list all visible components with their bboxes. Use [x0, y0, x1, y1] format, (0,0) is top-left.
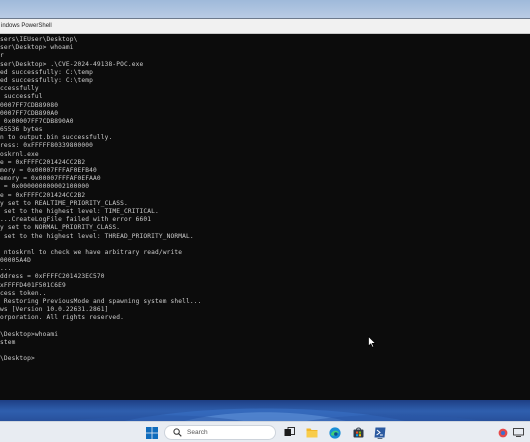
console-line: ress: 0xFFFFF80339800000 — [0, 142, 94, 150]
taskbar-search-box[interactable] — [164, 425, 276, 440]
task-view-button[interactable] — [281, 425, 297, 440]
console-line: set to the highest level: THREAD_PRIORIT… — [0, 232, 194, 240]
console-line: sers\IEUser\Desktop\ — [0, 36, 78, 43]
tray-network-icon — [513, 428, 524, 437]
desktop-top-strip — [0, 0, 530, 18]
store-icon — [353, 427, 363, 438]
console-line: 0007FF7CDB89080 — [0, 101, 59, 109]
tray-network-button[interactable] — [512, 426, 525, 439]
console-line: ed successfully: C:\temp — [0, 76, 94, 84]
console-line: ed successfully: C:\temp — [0, 68, 94, 76]
console-line: \Desktop>whoami — [0, 330, 59, 338]
edge-icon — [329, 426, 341, 439]
console-line: ntoskrnl to check we have arbitrary read… — [0, 248, 183, 256]
console-line: ccessfully — [0, 85, 39, 93]
start-icon — [146, 426, 158, 439]
console-output[interactable]: sers\IEUser\Desktop\ ser\Desktop> whoami r… — [0, 35, 530, 401]
console-line: \Desktop> — [0, 355, 35, 363]
task-view-icon — [284, 427, 295, 436]
console-line: ws [Version 10.0.22631.2861] — [0, 306, 109, 314]
console-line: 0007FF7CDB890A0 — [0, 109, 59, 117]
console-line: = 0x000000000002100000 — [0, 183, 90, 191]
window-title: indows PowerShell — [1, 23, 52, 29]
console-line: successful — [0, 93, 43, 101]
console-line: ...CreateLogFile failed with error 6601 — [0, 216, 152, 224]
tray-app-button[interactable] — [497, 426, 509, 439]
console-line: 00005A4D — [0, 257, 32, 265]
console-line: 65536 bytes — [0, 126, 43, 134]
taskbar — [0, 421, 530, 442]
console-line: ddress = 0xFFFFC201423EC570 — [0, 273, 105, 281]
console-line: oskrnl.exe — [0, 150, 39, 158]
search-icon — [172, 428, 182, 438]
powershell-taskbar-button[interactable] — [372, 425, 388, 440]
console-line: 0x00007FF7CDB890A0 — [0, 117, 74, 125]
file-explorer-icon — [306, 428, 318, 438]
console-line: r — [0, 52, 4, 60]
file-explorer-button[interactable] — [304, 425, 320, 440]
console-line: ser\Desktop> whoami — [0, 44, 74, 52]
store-button[interactable] — [350, 425, 366, 440]
search-input[interactable] — [187, 426, 267, 439]
window-titlebar[interactable]: indows PowerShell — [0, 19, 530, 34]
console-line: mory = 0x00007FFFAF0EFB40 — [0, 167, 97, 174]
console-line: ser\Desktop> .\CVE-2024-49138-POC.exe — [0, 60, 144, 68]
console-line: Restoring PreviousMode and spawning syst… — [0, 298, 202, 305]
console-line: ... — [0, 265, 12, 273]
tray-app-icon — [498, 428, 508, 437]
console-line: y set to REALTIME_PRIORITY_CLASS. — [0, 199, 128, 207]
active-window-indicator — [377, 437, 383, 439]
console-line: y set to NORMAL_PRIORITY_CLASS. — [0, 224, 121, 232]
powershell-window[interactable]: indows PowerShell sers\IEUser\Desktop\ se… — [0, 18, 530, 400]
console-line: e = 0xFFFFC201424CC2B2 — [0, 158, 86, 166]
console-line: cess token.. — [0, 289, 47, 297]
start-button[interactable] — [144, 425, 160, 440]
mouse-cursor-icon — [368, 336, 376, 348]
desktop-wallpaper — [0, 400, 530, 422]
console-line: orporation. All rights reserved. — [0, 314, 125, 322]
wallpaper-bloom-shape — [60, 408, 490, 422]
edge-button[interactable] — [327, 425, 343, 440]
console-line: n to output.bin successfully. — [0, 134, 113, 142]
console-line: emory = 0x00007FFFAF0EFAA0 — [0, 175, 101, 183]
console-line: e = 0xFFFFC201424CC2B2 — [0, 191, 86, 199]
powershell-icon — [374, 427, 386, 438]
console-line: xFFFFD401F501C6E9 — [0, 281, 66, 289]
console-line: set to the highest level: TIME_CRITICAL. — [0, 207, 159, 215]
console-line: stem — [0, 338, 16, 346]
